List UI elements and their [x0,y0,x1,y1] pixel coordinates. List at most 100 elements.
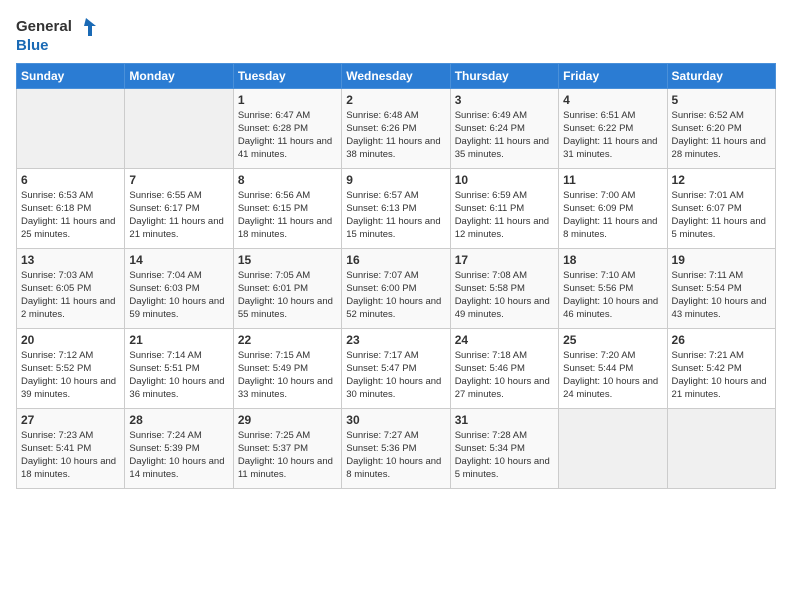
calendar-cell [17,88,125,168]
day-info: Sunrise: 7:05 AMSunset: 6:01 PMDaylight:… [238,269,337,322]
calendar-cell: 27 Sunrise: 7:23 AMSunset: 5:41 PMDayligh… [17,408,125,488]
day-number: 14 [129,253,228,267]
logo-general-text: General [16,19,72,36]
calendar-cell [559,408,667,488]
weekday-header-wednesday: Wednesday [342,63,450,88]
day-info: Sunrise: 7:15 AMSunset: 5:49 PMDaylight:… [238,349,337,402]
day-info: Sunrise: 6:48 AMSunset: 6:26 PMDaylight:… [346,109,445,162]
day-number: 18 [563,253,662,267]
day-number: 29 [238,413,337,427]
day-info: Sunrise: 7:24 AMSunset: 5:39 PMDaylight:… [129,429,228,482]
day-number: 31 [455,413,554,427]
calendar-cell: 26 Sunrise: 7:21 AMSunset: 5:42 PMDayligh… [667,328,775,408]
weekday-header-tuesday: Tuesday [233,63,341,88]
calendar-cell: 5 Sunrise: 6:52 AMSunset: 6:20 PMDaylight… [667,88,775,168]
calendar-cell: 17 Sunrise: 7:08 AMSunset: 5:58 PMDayligh… [450,248,558,328]
day-info: Sunrise: 6:59 AMSunset: 6:11 PMDaylight:… [455,189,554,242]
day-number: 25 [563,333,662,347]
day-number: 30 [346,413,445,427]
calendar-cell: 9 Sunrise: 6:57 AMSunset: 6:13 PMDaylight… [342,168,450,248]
day-number: 13 [21,253,120,267]
day-number: 2 [346,93,445,107]
day-info: Sunrise: 7:00 AMSunset: 6:09 PMDaylight:… [563,189,662,242]
weekday-header-row: SundayMondayTuesdayWednesdayThursdayFrid… [17,63,776,88]
day-info: Sunrise: 6:57 AMSunset: 6:13 PMDaylight:… [346,189,445,242]
calendar-week-2: 6Sunrise: 6:53 AMSunset: 6:18 PMDaylight… [17,168,776,248]
calendar-cell [667,408,775,488]
day-number: 17 [455,253,554,267]
calendar-cell [125,88,233,168]
calendar-cell: 28Sunrise: 7:24 AMSunset: 5:39 PMDayligh… [125,408,233,488]
day-info: Sunrise: 6:47 AMSunset: 6:28 PMDaylight:… [238,109,337,162]
day-info: Sunrise: 7:18 AMSunset: 5:46 PMDaylight:… [455,349,554,402]
calendar-cell: 8Sunrise: 6:56 AMSunset: 6:15 PMDaylight… [233,168,341,248]
calendar-cell: 10 Sunrise: 6:59 AMSunset: 6:11 PMDayligh… [450,168,558,248]
calendar-cell: 19 Sunrise: 7:11 AMSunset: 5:54 PMDayligh… [667,248,775,328]
day-info: Sunrise: 7:11 AMSunset: 5:54 PMDaylight:… [672,269,771,322]
day-info: Sunrise: 7:07 AMSunset: 6:00 PMDaylight:… [346,269,445,322]
calendar-cell: 13 Sunrise: 7:03 AMSunset: 6:05 PMDayligh… [17,248,125,328]
day-info: Sunrise: 6:53 AMSunset: 6:18 PMDaylight:… [21,189,120,242]
day-info: Sunrise: 6:55 AMSunset: 6:17 PMDaylight:… [129,189,228,242]
day-info: Sunrise: 7:21 AMSunset: 5:42 PMDaylight:… [672,349,771,402]
calendar-cell: 12 Sunrise: 7:01 AMSunset: 6:07 PMDayligh… [667,168,775,248]
day-info: Sunrise: 7:10 AMSunset: 5:56 PMDaylight:… [563,269,662,322]
day-number: 10 [455,173,554,187]
calendar-cell: 29Sunrise: 7:25 AMSunset: 5:37 PMDayligh… [233,408,341,488]
calendar-cell: 31 Sunrise: 7:28 AMSunset: 5:34 PMDayligh… [450,408,558,488]
calendar-cell: 25Sunrise: 7:20 AMSunset: 5:44 PMDayligh… [559,328,667,408]
calendar-week-1: 1 Sunrise: 6:47 AMSunset: 6:28 PMDaylight… [17,88,776,168]
day-number: 26 [672,333,771,347]
calendar-cell: 30Sunrise: 7:27 AMSunset: 5:36 PMDayligh… [342,408,450,488]
calendar-cell: 6Sunrise: 6:53 AMSunset: 6:18 PMDaylight… [17,168,125,248]
day-info: Sunrise: 7:01 AMSunset: 6:07 PMDaylight:… [672,189,771,242]
logo: General Blue [16,16,96,55]
day-info: Sunrise: 7:04 AMSunset: 6:03 PMDaylight:… [129,269,228,322]
calendar-cell: 14 Sunrise: 7:04 AMSunset: 6:03 PMDayligh… [125,248,233,328]
calendar-week-4: 20 Sunrise: 7:12 AMSunset: 5:52 PMDayligh… [17,328,776,408]
weekday-header-friday: Friday [559,63,667,88]
day-number: 4 [563,93,662,107]
day-number: 1 [238,93,337,107]
day-info: Sunrise: 7:28 AMSunset: 5:34 PMDaylight:… [455,429,554,482]
day-info: Sunrise: 7:17 AMSunset: 5:47 PMDaylight:… [346,349,445,402]
calendar-cell: 24 Sunrise: 7:18 AMSunset: 5:46 PMDayligh… [450,328,558,408]
weekday-header-saturday: Saturday [667,63,775,88]
day-info: Sunrise: 7:23 AMSunset: 5:41 PMDaylight:… [21,429,120,482]
day-number: 19 [672,253,771,267]
logo-bird-icon [74,16,96,38]
logo-blue-text: Blue [16,38,96,55]
calendar-cell: 3Sunrise: 6:49 AMSunset: 6:24 PMDaylight… [450,88,558,168]
day-number: 20 [21,333,120,347]
day-info: Sunrise: 6:52 AMSunset: 6:20 PMDaylight:… [672,109,771,162]
calendar-cell: 16Sunrise: 7:07 AMSunset: 6:00 PMDayligh… [342,248,450,328]
day-info: Sunrise: 7:12 AMSunset: 5:52 PMDaylight:… [21,349,120,402]
day-number: 15 [238,253,337,267]
page-header: General Blue [16,16,776,55]
day-number: 11 [563,173,662,187]
calendar-cell: 4 Sunrise: 6:51 AMSunset: 6:22 PMDaylight… [559,88,667,168]
calendar-cell: 11 Sunrise: 7:00 AMSunset: 6:09 PMDayligh… [559,168,667,248]
logo-container: General Blue [16,16,96,55]
calendar-cell: 18 Sunrise: 7:10 AMSunset: 5:56 PMDayligh… [559,248,667,328]
day-number: 27 [21,413,120,427]
day-number: 9 [346,173,445,187]
calendar-week-3: 13 Sunrise: 7:03 AMSunset: 6:05 PMDayligh… [17,248,776,328]
calendar-week-5: 27 Sunrise: 7:23 AMSunset: 5:41 PMDayligh… [17,408,776,488]
calendar-cell: 20 Sunrise: 7:12 AMSunset: 5:52 PMDayligh… [17,328,125,408]
day-number: 21 [129,333,228,347]
day-info: Sunrise: 6:51 AMSunset: 6:22 PMDaylight:… [563,109,662,162]
day-number: 23 [346,333,445,347]
day-number: 24 [455,333,554,347]
weekday-header-sunday: Sunday [17,63,125,88]
day-info: Sunrise: 6:49 AMSunset: 6:24 PMDaylight:… [455,109,554,162]
day-info: Sunrise: 7:08 AMSunset: 5:58 PMDaylight:… [455,269,554,322]
weekday-header-thursday: Thursday [450,63,558,88]
calendar-cell: 23 Sunrise: 7:17 AMSunset: 5:47 PMDayligh… [342,328,450,408]
day-info: Sunrise: 7:03 AMSunset: 6:05 PMDaylight:… [21,269,120,322]
day-number: 5 [672,93,771,107]
day-number: 12 [672,173,771,187]
calendar-cell: 2 Sunrise: 6:48 AMSunset: 6:26 PMDaylight… [342,88,450,168]
day-number: 22 [238,333,337,347]
calendar-cell: 15 Sunrise: 7:05 AMSunset: 6:01 PMDayligh… [233,248,341,328]
